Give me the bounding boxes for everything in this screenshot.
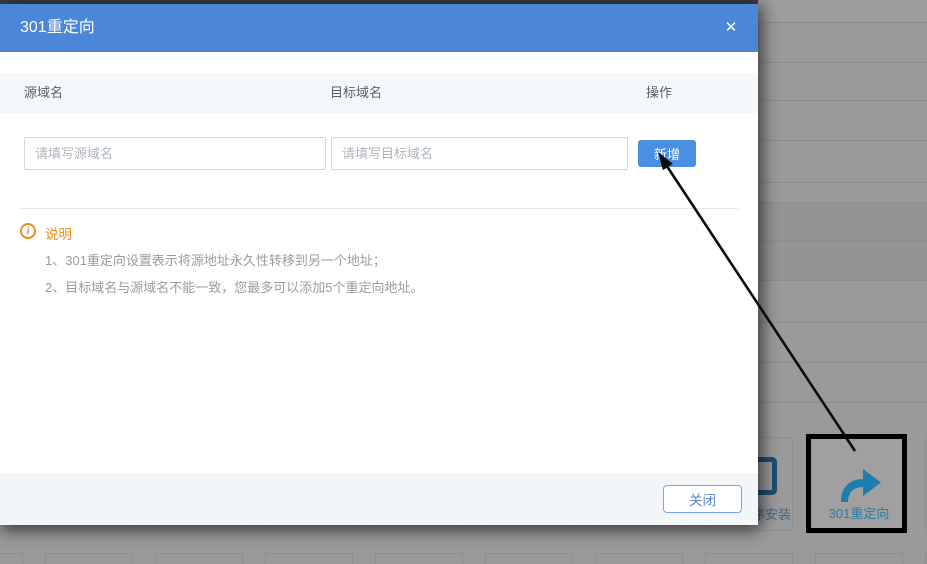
table-header-row: 源域名 目标域名 操作 (0, 73, 758, 113)
background-card (595, 553, 683, 564)
notice-line-2: 2、目标域名与源域名不能一致，您最多可以添加5个重定向地址。 (45, 277, 423, 296)
background-card (705, 553, 793, 564)
background-row-line (758, 280, 927, 281)
background-row-line (758, 240, 927, 241)
target-domain-input[interactable] (331, 137, 628, 170)
modal-header: 301重定向 ✕ (0, 4, 758, 52)
background-table (758, 0, 927, 437)
background-card (45, 553, 133, 564)
source-domain-input[interactable] (24, 137, 326, 170)
info-icon: i (20, 223, 36, 239)
divider (20, 208, 738, 209)
column-header-target-domain: 目标域名 (330, 73, 382, 113)
add-button[interactable]: 新增 (638, 140, 696, 167)
background-row-line (758, 362, 927, 363)
column-header-source-domain: 源域名 (24, 73, 63, 113)
notice-title: 说明 (45, 223, 72, 243)
modal-title: 301重定向 (20, 4, 95, 52)
notice-line-1: 1、301重定向设置表示将源地址永久性转移到另一个地址； (45, 250, 386, 269)
close-icon[interactable]: ✕ (720, 17, 742, 39)
background-card (155, 553, 243, 564)
annotation-highlight-box (806, 434, 907, 533)
background-table-header-row (758, 0, 927, 22)
background-row-line (758, 322, 927, 323)
background-card (265, 553, 353, 564)
background-row-line (758, 22, 927, 23)
background-row-line (758, 402, 927, 403)
background-row-line (758, 100, 927, 101)
screen: 序安装 301重定向 301重定向 ✕ 源域名 目标域名 操作 新增 i 说明 … (0, 0, 927, 564)
modal-footer: 关闭 (0, 473, 758, 525)
background-row-line (758, 182, 927, 183)
close-button[interactable]: 关闭 (663, 485, 742, 513)
background-row-line (758, 202, 927, 203)
background-table-highlight-band (758, 202, 927, 280)
background-card (375, 553, 463, 564)
background-card (485, 553, 573, 564)
background-card (815, 553, 903, 564)
column-header-action: 操作 (646, 73, 672, 113)
background-row-line (758, 140, 927, 141)
background-card (0, 553, 23, 564)
redirect-modal: 301重定向 ✕ 源域名 目标域名 操作 新增 i 说明 1、301重定向设置表… (0, 4, 758, 525)
background-row-line (758, 62, 927, 63)
